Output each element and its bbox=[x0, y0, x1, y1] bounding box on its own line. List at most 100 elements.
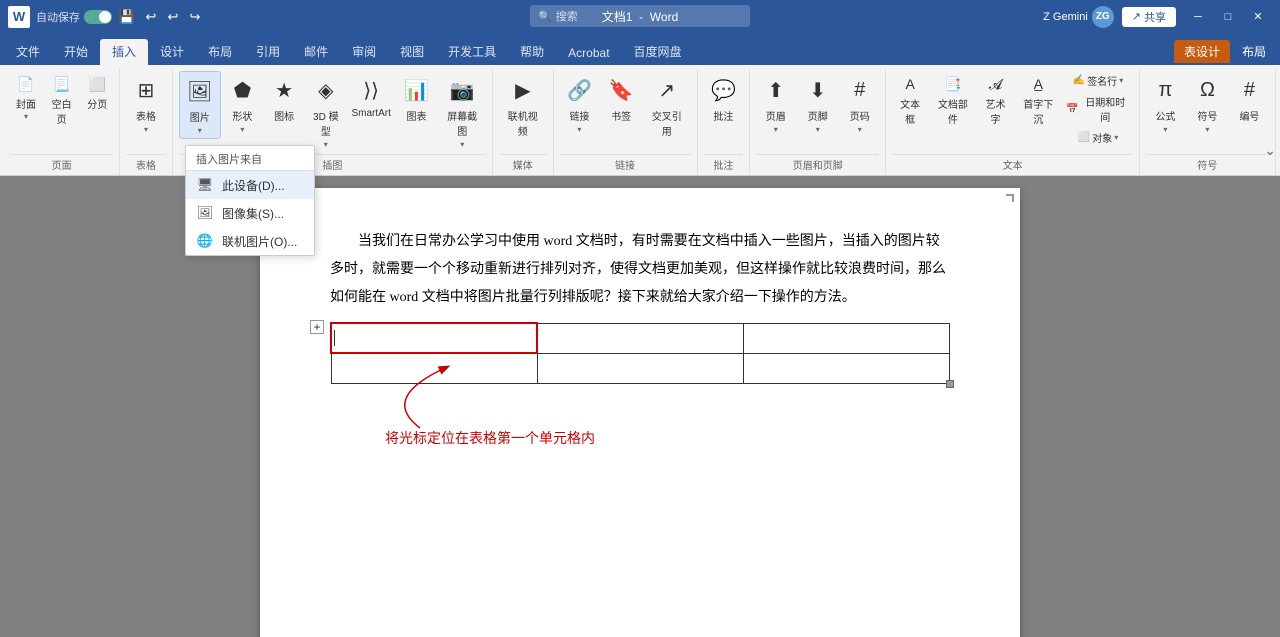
redo-button[interactable]: ↪ bbox=[186, 8, 204, 26]
tab-view[interactable]: 视图 bbox=[388, 39, 436, 65]
tab-table-design[interactable]: 表设计 bbox=[1174, 40, 1230, 63]
table-add-icon[interactable]: + bbox=[310, 320, 324, 334]
document-text: 当我们在日常办公学习中使用 word 文档时，有时需要在文档中插入一些图片，当插… bbox=[330, 228, 950, 312]
header-button[interactable]: ⬆ 页眉 ▾ bbox=[756, 71, 796, 137]
chart-button[interactable]: 📊 图表 bbox=[397, 71, 437, 126]
annotation-area: 将光标定位在表格第一个单元格内 bbox=[330, 388, 950, 478]
ribbon-tab-bar: 文件 开始 插入 设计 布局 引用 邮件 审阅 视图 开发工具 帮助 Acrob… bbox=[0, 33, 1280, 65]
3d-model-icon: ◈ bbox=[310, 74, 342, 106]
tab-references[interactable]: 引用 bbox=[244, 39, 292, 65]
tab-baidu[interactable]: 百度网盘 bbox=[622, 39, 694, 65]
undo2-button[interactable]: ↩ bbox=[164, 8, 182, 26]
equation-button[interactable]: π 公式 ▾ bbox=[1145, 71, 1185, 137]
ribbon-group-media: ▶ 联机视频 媒体 bbox=[493, 69, 554, 175]
cross-ref-button[interactable]: ↗ 交叉引用 bbox=[643, 71, 691, 141]
dropdown-item-stock[interactable]: 🖼 图像集(S)... bbox=[186, 199, 314, 227]
3d-model-button[interactable]: ◈ 3D 模型 ▾ bbox=[306, 71, 346, 152]
table-cell-1-3[interactable] bbox=[743, 323, 949, 353]
page-break-button[interactable]: ⬜ 分页 bbox=[81, 71, 113, 113]
dropdown-item-device[interactable]: 🖥 此设备(D)... bbox=[186, 171, 314, 199]
icons-button[interactable]: ★ 图标 bbox=[264, 71, 304, 126]
cover-dropdown-arrow: ▾ bbox=[24, 112, 28, 121]
table-button[interactable]: ⊞ 表格 ▾ bbox=[126, 71, 166, 137]
ribbon-expand-button[interactable]: ⌄ bbox=[1264, 142, 1276, 159]
table-icon: ⊞ bbox=[130, 74, 162, 106]
maximize-button[interactable]: □ bbox=[1214, 6, 1242, 28]
dropdown-item-online[interactable]: 🌐 联机图片(O)... bbox=[186, 227, 314, 255]
header-footer-group-items: ⬆ 页眉 ▾ ⬇ 页脚 ▾ # 页码 ▾ bbox=[756, 69, 880, 154]
title-bar-right: Z Gemini ZG ↗ 共享 ─ □ ✕ bbox=[1043, 6, 1272, 28]
tab-review[interactable]: 审阅 bbox=[340, 39, 388, 65]
3d-dropdown-arrow: ▾ bbox=[324, 140, 328, 149]
page-number-button[interactable]: # 页码 ▾ bbox=[840, 71, 880, 137]
undo-button[interactable]: ↩ bbox=[142, 8, 160, 26]
tab-table-layout[interactable]: 布局 bbox=[1232, 40, 1276, 63]
screenshot-icon: 📷 bbox=[446, 74, 478, 106]
tab-acrobat[interactable]: Acrobat bbox=[556, 42, 621, 65]
media-group-label: 媒体 bbox=[499, 154, 547, 175]
tab-home[interactable]: 开始 bbox=[52, 39, 100, 65]
close-button[interactable]: ✕ bbox=[1244, 6, 1272, 28]
table-cell-1-2[interactable] bbox=[537, 323, 743, 353]
text-sub-group: ✍ 签名行 ▾ 📅 日期和时间 bbox=[1063, 71, 1133, 147]
chart-icon: 📊 bbox=[401, 74, 433, 106]
online-video-button[interactable]: ▶ 联机视频 bbox=[499, 71, 547, 141]
ribbon-group-header-footer: ⬆ 页眉 ▾ ⬇ 页脚 ▾ # 页码 ▾ 页眉和页脚 bbox=[750, 69, 886, 175]
smartart-button[interactable]: ⟩⟩ SmartArt bbox=[348, 71, 395, 122]
insert-picture-dropdown: 插入图片来自 🖥 此设备(D)... 🖼 图像集(S)... 🌐 联机图片(O)… bbox=[185, 145, 315, 256]
tab-design[interactable]: 设计 bbox=[148, 39, 196, 65]
tab-insert[interactable]: 插入 bbox=[100, 39, 148, 65]
footer-icon: ⬇ bbox=[802, 74, 834, 106]
table-cell-2-2[interactable] bbox=[537, 353, 743, 383]
dropcap-button[interactable]: A̲ 首字下沉 bbox=[1015, 71, 1061, 128]
datetime-button[interactable]: 📅 日期和时间 bbox=[1063, 92, 1133, 126]
bookmark-button[interactable]: 🔖 书签 bbox=[601, 71, 641, 126]
cross-ref-icon: ↗ bbox=[651, 74, 683, 106]
shapes-button[interactable]: ⬟ 形状 ▾ bbox=[223, 71, 263, 137]
share-button[interactable]: ↗ 共享 bbox=[1122, 7, 1176, 27]
symbol-button[interactable]: Ω 符号 ▾ bbox=[1187, 71, 1227, 137]
object-button[interactable]: ⬜ 对象 ▾ bbox=[1063, 128, 1133, 147]
comment-icon: 💬 bbox=[707, 74, 739, 106]
ribbon-group-table: ⊞ 表格 ▾ 表格 bbox=[120, 69, 173, 175]
dropdown-item-online-label: 联机图片(O)... bbox=[222, 233, 297, 250]
link-button[interactable]: 🔗 链接 ▾ bbox=[560, 71, 600, 137]
signature-button[interactable]: ✍ 签名行 ▾ bbox=[1063, 71, 1133, 90]
table-resize-handle[interactable] bbox=[946, 380, 954, 388]
comment-button[interactable]: 💬 批注 bbox=[703, 71, 743, 126]
wordart-button[interactable]: 𝓐 艺术字 bbox=[978, 71, 1014, 128]
document-page[interactable]: 当我们在日常办公学习中使用 word 文档时，有时需要在文档中插入一些图片，当插… bbox=[260, 188, 1020, 637]
page-group-label: 页面 bbox=[10, 154, 113, 175]
footer-button[interactable]: ⬇ 页脚 ▾ bbox=[798, 71, 838, 137]
online-video-icon: ▶ bbox=[507, 74, 539, 106]
page-group-items: 📄 封面 ▾ 📃 空白页 ⬜ 分页 bbox=[10, 69, 113, 154]
cover-button[interactable]: 📄 封面 ▾ bbox=[10, 71, 42, 123]
link-group-items: 🔗 链接 ▾ 🔖 书签 ↗ 交叉引用 bbox=[560, 69, 691, 154]
tab-help[interactable]: 帮助 bbox=[508, 39, 556, 65]
link-icon: 🔗 bbox=[563, 74, 595, 106]
search-placeholder: 搜索 bbox=[556, 8, 578, 24]
textbox-button[interactable]: A 文本框 bbox=[892, 71, 928, 128]
search-bar[interactable]: 🔍 搜索 bbox=[530, 5, 750, 27]
table-row-1 bbox=[331, 323, 950, 353]
dropdown-header: 插入图片来自 bbox=[186, 146, 314, 171]
blank-page-button[interactable]: 📃 空白页 bbox=[44, 71, 79, 128]
title-bar-left: W 自动保存 💾 ↩ ↩ ↪ bbox=[8, 6, 204, 28]
minimize-button[interactable]: ─ bbox=[1184, 6, 1212, 28]
table-cell-1-1[interactable] bbox=[331, 323, 537, 353]
save-button[interactable]: 💾 bbox=[118, 8, 136, 26]
dropcap-icon: A̲ bbox=[1027, 73, 1049, 95]
doc-parts-button[interactable]: 📑 文档部件 bbox=[930, 71, 976, 128]
tab-mail[interactable]: 邮件 bbox=[292, 39, 340, 65]
annotation-text: 将光标定位在表格第一个单元格内 bbox=[385, 428, 595, 448]
numbering-button[interactable]: # 编号 bbox=[1229, 71, 1269, 126]
tab-file[interactable]: 文件 bbox=[4, 39, 52, 65]
tab-layout[interactable]: 布局 bbox=[196, 39, 244, 65]
media-group-items: ▶ 联机视频 bbox=[499, 69, 547, 154]
table-cell-2-3[interactable] bbox=[743, 353, 949, 383]
tab-developer[interactable]: 开发工具 bbox=[436, 39, 508, 65]
autosave-toggle[interactable] bbox=[84, 10, 112, 24]
picture-button[interactable]: 🖼 图片 ▾ bbox=[179, 71, 221, 139]
header-icon: ⬆ bbox=[760, 74, 792, 106]
screenshot-button[interactable]: 📷 屏幕截图 ▾ bbox=[438, 71, 486, 152]
